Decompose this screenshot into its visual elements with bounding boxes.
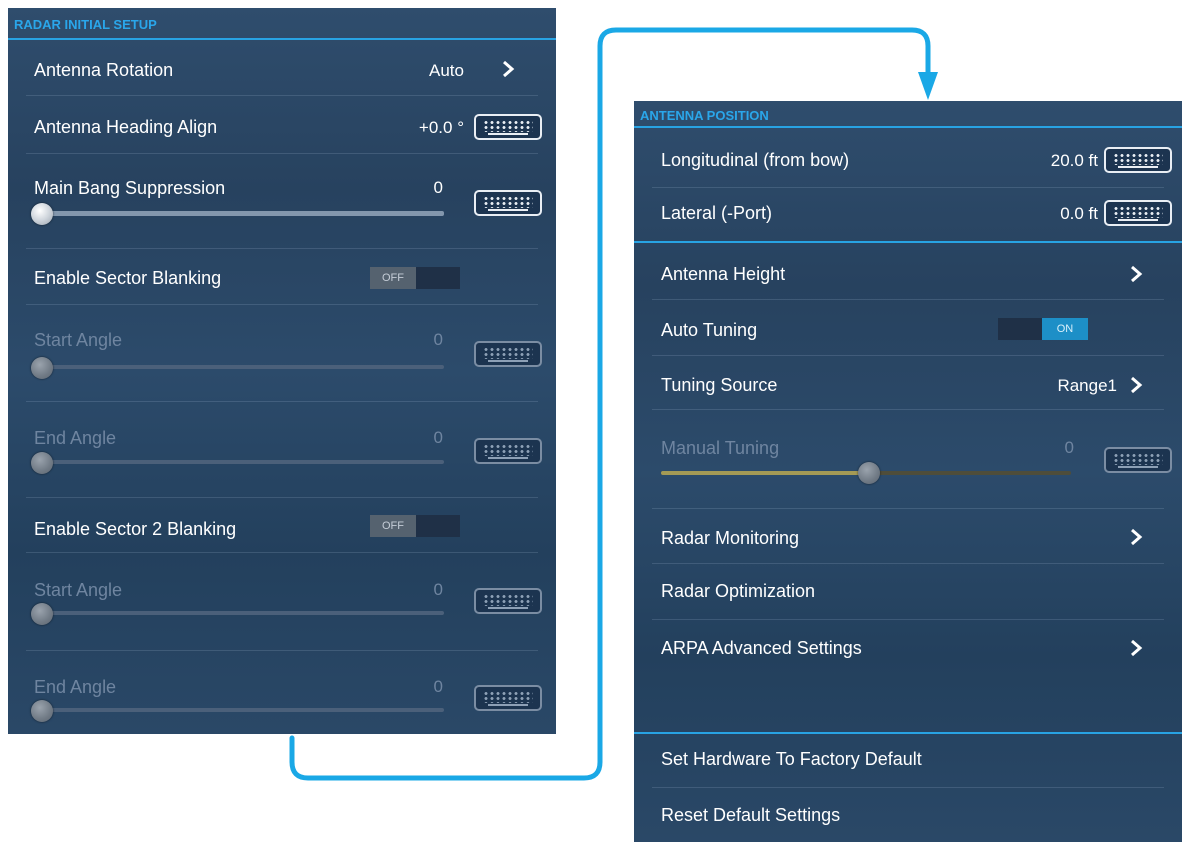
reset-default-label: Reset Default Settings xyxy=(661,805,841,825)
end-angle-value: 0 xyxy=(433,677,443,696)
keyboard-icon[interactable] xyxy=(474,685,542,711)
keyboard-icon[interactable] xyxy=(474,114,542,140)
chevron-right-icon[interactable] xyxy=(1126,374,1146,396)
slider-knob[interactable] xyxy=(31,357,53,379)
auto-tuning-toggle[interactable]: ON xyxy=(998,318,1088,340)
slider-knob[interactable] xyxy=(31,700,53,722)
enable-sector-2-blanking-label: Enable Sector 2 Blanking xyxy=(34,519,237,539)
sector-2-blanking-toggle[interactable]: OFF xyxy=(370,515,460,537)
antenna-rotation-value: Auto xyxy=(429,61,464,80)
keyboard-icon[interactable] xyxy=(474,341,542,367)
arpa-advanced-settings-label: ARPA Advanced Settings xyxy=(661,638,862,658)
slider-knob[interactable] xyxy=(31,203,53,225)
group-divider xyxy=(634,241,1182,243)
manual-tuning-label: Manual Tuning xyxy=(661,438,780,458)
factory-default-label: Set Hardware To Factory Default xyxy=(661,749,922,769)
main-bang-suppression-value: 0 xyxy=(433,178,443,197)
title-underline xyxy=(8,38,556,40)
tuning-source-value: Range1 xyxy=(1057,376,1117,395)
slider-track[interactable] xyxy=(34,708,444,712)
sector-blanking-toggle[interactable]: OFF xyxy=(370,267,460,289)
start-angle-label: Start Angle xyxy=(34,330,123,350)
main-bang-suppression-label: Main Bang Suppression xyxy=(34,178,226,198)
group-divider xyxy=(634,732,1182,734)
section-title: ANTENNA POSITION xyxy=(640,108,769,123)
end-angle-value: 0 xyxy=(433,428,443,447)
enable-sector-blanking-label: Enable Sector Blanking xyxy=(34,268,222,288)
radar-initial-setup-panel: RADAR INITIAL SETUP Antenna Rotation Aut… xyxy=(8,8,556,734)
slider-track[interactable] xyxy=(34,611,444,615)
toggle-on-label: ON xyxy=(1042,318,1088,340)
antenna-heading-align-value: +0.0 ° xyxy=(418,118,464,137)
longitudinal-label: Longitudinal (from bow) xyxy=(661,150,850,170)
chevron-right-icon[interactable] xyxy=(1126,263,1146,285)
start-angle-label: Start Angle xyxy=(34,580,123,600)
toggle-off-label: OFF xyxy=(370,515,416,537)
arrow-down-icon xyxy=(918,72,938,100)
lateral-label: Lateral (-Port) xyxy=(661,203,773,223)
slider-track[interactable] xyxy=(34,211,444,216)
manual-tuning-value: 0 xyxy=(1064,438,1074,457)
tuning-source-label: Tuning Source xyxy=(661,375,778,395)
end-angle-label: End Angle xyxy=(34,428,117,448)
section-title: RADAR INITIAL SETUP xyxy=(14,17,157,32)
slider-fill xyxy=(661,471,869,475)
antenna-height-label: Antenna Height xyxy=(661,264,786,284)
keyboard-icon[interactable] xyxy=(474,190,542,216)
slider-knob[interactable] xyxy=(858,462,880,484)
keyboard-icon[interactable] xyxy=(1104,147,1172,173)
chevron-right-icon[interactable] xyxy=(1126,637,1146,659)
slider-track[interactable] xyxy=(34,365,444,369)
antenna-heading-align-label: Antenna Heading Align xyxy=(34,117,218,137)
keyboard-icon[interactable] xyxy=(1104,447,1172,473)
slider-knob[interactable] xyxy=(31,603,53,625)
chevron-right-icon[interactable] xyxy=(498,58,518,80)
toggle-off-label: OFF xyxy=(370,267,416,289)
slider-track[interactable] xyxy=(34,460,444,464)
keyboard-icon[interactable] xyxy=(474,438,542,464)
radar-monitoring-label: Radar Monitoring xyxy=(661,528,800,548)
end-angle-label: End Angle xyxy=(34,677,117,697)
start-angle-value: 0 xyxy=(433,330,443,349)
auto-tuning-label: Auto Tuning xyxy=(661,320,758,340)
slider-knob[interactable] xyxy=(31,452,53,474)
start-angle-value: 0 xyxy=(433,580,443,599)
title-underline xyxy=(634,126,1182,128)
antenna-position-panel: ANTENNA POSITION Longitudinal (from bow)… xyxy=(634,101,1182,842)
keyboard-icon[interactable] xyxy=(474,588,542,614)
chevron-right-icon[interactable] xyxy=(1126,526,1146,548)
lateral-value: 0.0 ft xyxy=(1060,204,1098,223)
antenna-rotation-label: Antenna Rotation xyxy=(34,60,174,80)
keyboard-icon[interactable] xyxy=(1104,200,1172,226)
longitudinal-value: 20.0 ft xyxy=(1050,151,1098,170)
radar-optimization-label: Radar Optimization xyxy=(661,581,816,601)
